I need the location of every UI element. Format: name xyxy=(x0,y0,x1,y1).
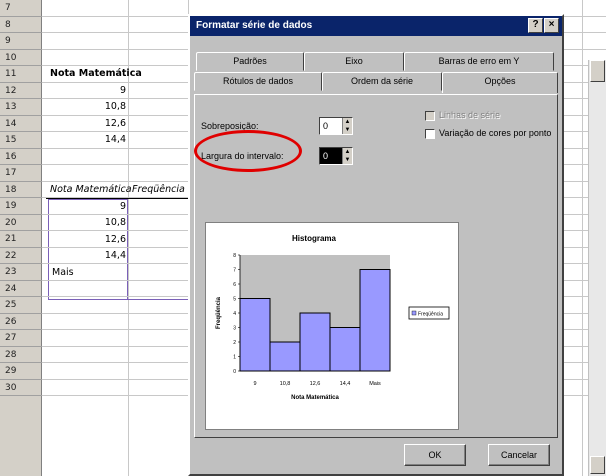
vertical-scrollbar[interactable] xyxy=(588,60,606,476)
x-tick-label: 12,6 xyxy=(310,381,321,387)
scrollbar-thumb[interactable] xyxy=(590,60,605,82)
x-tick-label: 10,8 xyxy=(280,381,291,387)
row-number[interactable]: 22 xyxy=(0,248,42,264)
row-number[interactable]: 26 xyxy=(0,314,42,330)
histogram-bar xyxy=(329,327,361,372)
table2-value-2[interactable]: 10,8 xyxy=(105,215,126,231)
y-tick-label: 3 xyxy=(233,326,236,332)
table2-value-3[interactable]: 12,6 xyxy=(105,232,126,248)
row-number[interactable]: 27 xyxy=(0,330,42,347)
histogram-bar xyxy=(269,341,301,372)
overlap-value[interactable]: 0 xyxy=(323,121,328,131)
gap-width-spinner[interactable]: 0 ▲ ▼ xyxy=(319,147,353,165)
gap-width-value[interactable]: 0 xyxy=(323,151,328,161)
tab-ordem-da-serie[interactable]: Ordem da série xyxy=(322,72,442,91)
row-number[interactable]: 17 xyxy=(0,165,42,182)
legend-label: Freqüência xyxy=(418,312,443,318)
series-lines-label: Linhas de série xyxy=(439,110,501,120)
y-tick-label: 2 xyxy=(233,340,236,346)
table2-header-nota[interactable]: Nota Matemática xyxy=(50,182,132,198)
format-series-dialog: Formatar série de dados ? × Padrões Eixo… xyxy=(188,14,564,476)
tab-barras-de-erro[interactable]: Barras de erro em Y xyxy=(404,52,554,71)
overlap-spinner-arrows[interactable]: ▲ ▼ xyxy=(342,118,352,134)
overlap-spinner[interactable]: 0 ▲ ▼ xyxy=(319,117,353,135)
y-tick-label: 1 xyxy=(233,355,236,361)
tab-rotulos-de-dados[interactable]: Rótulos de dados xyxy=(194,72,322,91)
table1-value-4[interactable]: 14,4 xyxy=(105,132,126,148)
row-number[interactable]: 15 xyxy=(0,132,42,149)
chart-title: Histograma xyxy=(292,234,337,243)
row-number[interactable]: 9 xyxy=(0,33,42,50)
legend-swatch xyxy=(411,310,417,316)
histogram-bar xyxy=(359,269,391,372)
row-number[interactable]: 28 xyxy=(0,347,42,363)
row-number[interactable]: 25 xyxy=(0,297,42,314)
spin-down-icon[interactable]: ▼ xyxy=(343,126,352,134)
table2-header-frequencia[interactable]: Freqüência xyxy=(132,182,185,198)
row-number[interactable]: 30 xyxy=(0,380,42,396)
series-lines-checkbox[interactable] xyxy=(425,111,435,121)
table2-value-1[interactable]: 9 xyxy=(120,199,126,215)
row-number[interactable]: 21 xyxy=(0,231,42,248)
row-number[interactable]: 23 xyxy=(0,264,42,281)
histogram-bar xyxy=(239,298,271,372)
spin-up-icon[interactable]: ▲ xyxy=(343,118,352,126)
histogram-bar xyxy=(299,312,331,372)
scroll-down-button[interactable] xyxy=(590,456,605,474)
row-number[interactable]: 8 xyxy=(0,17,42,33)
row-number[interactable]: 14 xyxy=(0,116,42,132)
tab-eixo[interactable]: Eixo xyxy=(304,52,404,71)
row-number[interactable]: 11 xyxy=(0,66,42,83)
row-number[interactable]: 12 xyxy=(0,83,42,99)
chart-preview: Histograma 0 1 2 3 4 5 6 7 8 9 10,8 12,6 14,4 Mais Nota… xyxy=(205,222,459,430)
y-tick-label: 4 xyxy=(233,311,236,317)
row-number[interactable]: 18 xyxy=(0,182,42,198)
gap-width-spinner-arrows[interactable]: ▲ ▼ xyxy=(342,148,352,164)
table1-value-3[interactable]: 12,6 xyxy=(105,116,126,132)
tab-padroes[interactable]: Padrões xyxy=(196,52,304,71)
x-tick-label: Mais xyxy=(369,381,381,387)
ok-button[interactable]: OK xyxy=(404,444,466,466)
dialog-titlebar[interactable]: Formatar série de dados ? × xyxy=(190,16,562,36)
row-number[interactable]: 10 xyxy=(0,50,42,66)
spin-down-icon[interactable]: ▼ xyxy=(343,156,352,164)
x-axis-label: Nota Matemática xyxy=(291,395,339,401)
close-button[interactable]: × xyxy=(544,18,559,33)
vary-colors-checkbox[interactable] xyxy=(425,129,435,139)
row-number[interactable]: 19 xyxy=(0,198,42,215)
red-highlight-ellipse xyxy=(194,130,302,172)
table2-value-4[interactable]: 14,4 xyxy=(105,248,126,264)
table1-value-2[interactable]: 10,8 xyxy=(105,99,126,115)
table1-header[interactable]: Nota Matemática xyxy=(50,66,142,82)
cancel-button[interactable]: Cancelar xyxy=(488,444,550,466)
row-number[interactable]: 7 xyxy=(0,0,42,17)
table1-value-1[interactable]: 9 xyxy=(120,83,126,99)
spin-up-icon[interactable]: ▲ xyxy=(343,148,352,156)
y-tick-label: 6 xyxy=(233,282,236,288)
row-number[interactable]: 16 xyxy=(0,149,42,165)
y-tick-label: 7 xyxy=(233,268,236,274)
y-axis-label: Freqüência xyxy=(216,296,222,329)
help-button[interactable]: ? xyxy=(528,18,543,33)
y-tick-label: 0 xyxy=(233,369,236,375)
x-tick-label: 14,4 xyxy=(340,381,351,387)
row-number[interactable]: 13 xyxy=(0,99,42,116)
tab-opcoes[interactable]: Opções xyxy=(442,72,558,93)
histogram-chart: Histograma 0 1 2 3 4 5 6 7 8 9 10,8 12,6 14,4 Mais Nota… xyxy=(216,234,450,401)
row-number[interactable]: 29 xyxy=(0,363,42,380)
dialog-title: Formatar série de dados xyxy=(196,20,313,31)
vary-colors-label: Variação de cores por ponto xyxy=(439,128,552,138)
x-tick-label: 9 xyxy=(253,381,256,387)
y-tick-label: 5 xyxy=(233,297,236,303)
row-header-column: 7 8 9 10 11 12 13 14 15 16 17 18 19 20 21 22 23 24 25 26 27 2… xyxy=(0,0,42,476)
y-tick-label: 8 xyxy=(233,253,236,259)
row-number[interactable]: 24 xyxy=(0,281,42,297)
row-number[interactable]: 20 xyxy=(0,215,42,231)
